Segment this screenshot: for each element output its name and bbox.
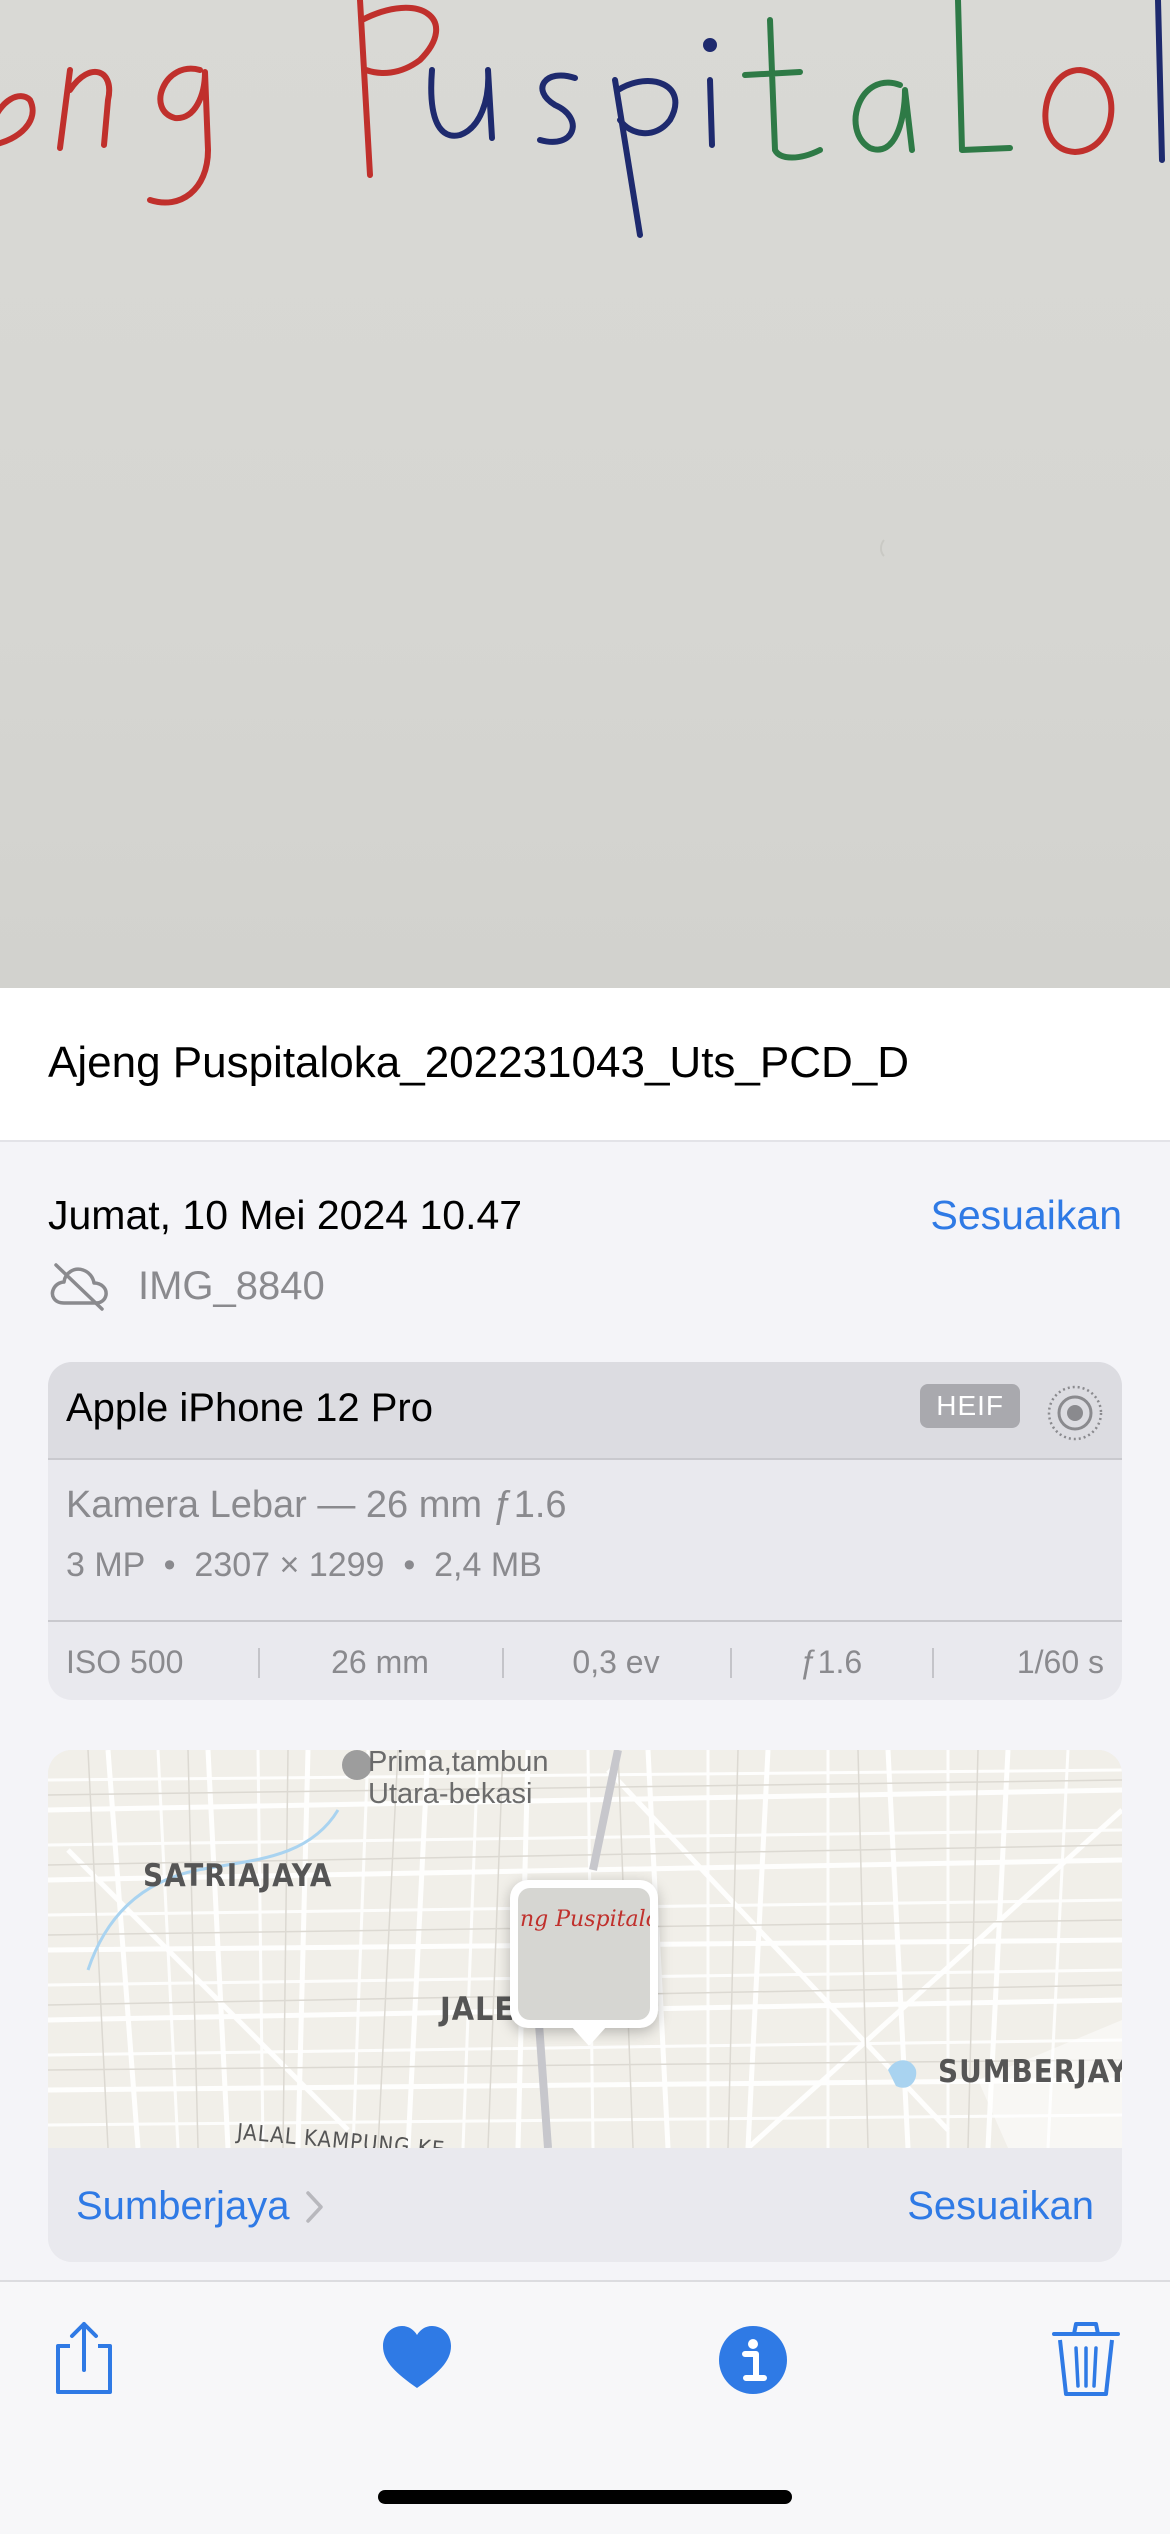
file-name: IMG_8840: [138, 1263, 325, 1308]
image-specs: 3 MP • 2307 × 1299 • 2,4 MB: [66, 1546, 542, 1584]
exif-shutter-speed: 1/60 s: [932, 1644, 1122, 1681]
map-district-label: SUMBERJAY: [938, 2054, 1122, 2090]
adjust-location-button[interactable]: Sesuaikan: [907, 2184, 1094, 2229]
home-indicator: [378, 2490, 792, 2504]
device-name: Apple iPhone 12 Pro: [66, 1386, 433, 1430]
pin-thumbnail: ng Puspitalo: [518, 1888, 650, 2020]
cloud-slash-icon: [50, 1263, 108, 1311]
camera-info-card: Apple iPhone 12 Pro HEIF Kamera Lebar — …: [48, 1362, 1122, 1700]
map-district-label: SATRIAJAYA: [143, 1858, 333, 1894]
exif-row: ISO 500 26 mm 0,3 ev ƒ1.6 1/60 s: [48, 1620, 1122, 1700]
heart-icon[interactable]: [377, 2318, 457, 2398]
file-info: IMG_8840: [48, 1258, 325, 1314]
chevron-right-icon: [306, 2190, 324, 2223]
map-district-label: JALE: [440, 1990, 515, 2028]
format-badge: HEIF: [920, 1384, 1020, 1428]
pin-thumbnail-handwriting: ng Puspitalo: [520, 1907, 650, 1932]
share-icon[interactable]: [44, 2318, 124, 2398]
place-link[interactable]: Sumberjaya: [76, 2184, 325, 2229]
handwriting: [0, 0, 1165, 557]
caption-bar[interactable]: Ajeng Puspitaloka_202231043_Uts_PCD_D: [0, 988, 1170, 1142]
pin-tail: [571, 2026, 607, 2046]
photo-date: Jumat, 10 Mei 2024 10.47: [48, 1192, 523, 1238]
map-footer: Sumberjaya Sesuaikan: [48, 2148, 1122, 2262]
exif-iso: ISO 500: [66, 1643, 184, 1680]
svg-text:ng Puspitalo: ng Puspitalo: [520, 1907, 650, 1932]
trash-icon[interactable]: [1046, 2318, 1126, 2398]
exif-exposure-value: 0,3 ev: [502, 1644, 730, 1681]
info-icon[interactable]: [713, 2318, 793, 2398]
photo-location-pin[interactable]: ng Puspitalo: [510, 1880, 658, 2028]
photo-view[interactable]: [0, 0, 1170, 988]
lens-info: Kamera Lebar — 26 mm ƒ1.6: [66, 1484, 567, 1526]
map-card: Prima,tambun Utara-bekasi SATRIAJAYA JALE…: [48, 1750, 1122, 2262]
photo-caption[interactable]: Ajeng Puspitaloka_202231043_Uts_PCD_D: [48, 1038, 909, 1088]
location-map[interactable]: Prima,tambun Utara-bekasi SATRIAJAYA JALE…: [48, 1750, 1122, 2163]
place-name: Sumberjaya: [76, 2184, 290, 2228]
exif-aperture: ƒ1.6: [730, 1644, 932, 1681]
adjust-date-button[interactable]: Sesuaikan: [931, 1192, 1122, 1239]
camera-card-header: Apple iPhone 12 Pro HEIF: [48, 1362, 1122, 1460]
exif-focal-length: 26 mm: [258, 1644, 502, 1681]
live-photo-icon: [1047, 1385, 1103, 1441]
map-poi-label: Prima,tambun Utara-bekasi: [368, 1750, 549, 1810]
